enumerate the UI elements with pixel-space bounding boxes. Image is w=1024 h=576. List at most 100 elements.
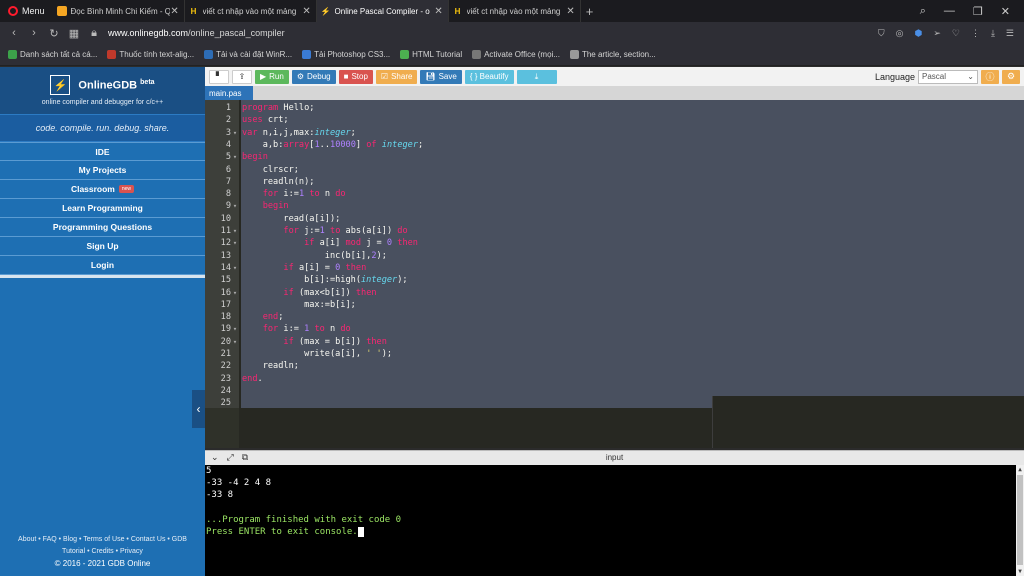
ad-block-icon[interactable]: ⛉ xyxy=(878,28,885,39)
code-editor[interactable]: 1 program Hello; 2 uses crt; 3 ▾ var n,i,j,m… xyxy=(205,100,1024,448)
code-line: 16 ▾ if (max<b[i]) then xyxy=(220,287,377,298)
gear-icon[interactable]: ⚙ xyxy=(1002,69,1020,84)
code-line: 22 readln; xyxy=(220,361,299,372)
run-button[interactable]: ▶ Run xyxy=(255,69,289,84)
sidebar-item-ide[interactable]: IDE xyxy=(0,142,205,161)
extensions-icon[interactable]: ⋮ xyxy=(971,28,980,39)
sidebar-item-learn-programming[interactable]: Learn Programming xyxy=(0,199,205,218)
code-line: 24 xyxy=(220,385,231,396)
code-line: 3 ▾ var n,i,j,max:integer; xyxy=(225,127,356,138)
code-line: 20 ▾ if (max = b[i]) then xyxy=(220,336,387,347)
close-tab-icon[interactable]: ✕ xyxy=(566,6,576,17)
browser-menu-button[interactable]: Menu xyxy=(0,0,53,22)
forward-icon[interactable]: › xyxy=(24,27,44,39)
close-tab-icon[interactable]: ✕ xyxy=(170,6,180,17)
scroll-up-icon[interactable]: ▲ xyxy=(1016,466,1024,473)
code-line: 12 ▾ if a[i] mod j = 0 then xyxy=(220,238,418,249)
scroll-down-icon[interactable]: ▼ xyxy=(1016,568,1024,575)
minimize-icon[interactable]: — xyxy=(944,5,955,18)
console-scrollbar[interactable]: ▲ ▼ xyxy=(1016,465,1024,576)
footer-links[interactable]: About • FAQ • Blog • Terms of Use • Cont… xyxy=(0,534,205,546)
save-button[interactable]: 💾︎ Save xyxy=(420,69,462,84)
new-badge: new xyxy=(118,185,135,193)
code-line: 11 ▾ for j:=1 to abs(a[i]) do xyxy=(220,226,408,236)
close-window-icon[interactable]: ✕ xyxy=(1001,5,1010,18)
new-file-button[interactable]: ▘ xyxy=(209,69,229,84)
code-line: 10 read(a[i]); xyxy=(220,213,341,224)
upload-button[interactable]: ⇪ xyxy=(232,69,252,84)
output-console[interactable]: 5 -33 -4 2 4 8 -33 8 ...Program finished… xyxy=(205,465,1024,576)
beautify-button[interactable]: { } Beautify xyxy=(464,69,514,84)
file-tab-main[interactable]: main.pas xyxy=(205,86,253,100)
bookmark-item[interactable]: Activate Office (mọi... xyxy=(472,50,560,59)
file-tabs: main.pas xyxy=(205,86,1024,100)
language-picker: Language Pascal ⌄ ⓘ ⚙ xyxy=(875,69,1024,84)
brand-header[interactable]: ⚡ OnlineGDB beta online compiler and deb… xyxy=(0,67,205,114)
bookmark-item[interactable]: Danh sách tất cả cá... xyxy=(8,50,97,59)
bookmark-favicon-icon xyxy=(400,50,410,59)
console-line: 5 xyxy=(206,466,212,476)
console-line: -33 -4 2 4 8 xyxy=(206,478,272,488)
console-line: -33 8 xyxy=(206,490,234,500)
camera-icon[interactable]: ◎ xyxy=(896,28,904,39)
stop-button[interactable]: ■ Stop xyxy=(338,69,373,84)
bookmark-item[interactable]: Tải và cài đặt WinR... xyxy=(204,50,292,59)
back-icon[interactable]: ‹ xyxy=(4,27,24,39)
hoidap-favicon-icon: H xyxy=(454,6,461,16)
download-icon[interactable]: ⤓ xyxy=(991,28,995,39)
bookmark-item[interactable]: Thuốc tính text-alig... xyxy=(107,50,194,59)
download-icon: ⤓ xyxy=(534,71,539,81)
code-line: 19 ▾ for i:= 1 to n do xyxy=(220,324,351,335)
copyright: © 2016 - 2021 GDB Online xyxy=(54,559,151,568)
code-line: 7 readln(n); xyxy=(225,176,315,187)
close-tab-icon[interactable]: ✕ xyxy=(434,6,444,17)
lightning-logo-icon: ⚡ xyxy=(50,75,71,95)
menu-label: Menu xyxy=(22,6,45,16)
download-button[interactable]: ⤓ xyxy=(516,69,557,84)
bookmark-item[interactable]: HTML Tutorial xyxy=(400,50,462,59)
stop-icon: ■ xyxy=(343,72,349,81)
reload-icon[interactable]: ↻ xyxy=(44,27,64,40)
code-line: 9 ▾ begin xyxy=(225,201,289,212)
sidebar-item-programming-questions[interactable]: Programming Questions xyxy=(0,218,205,237)
info-icon[interactable]: ⓘ xyxy=(981,69,999,84)
tiles-icon[interactable]: ▦ xyxy=(64,27,84,40)
debug-button[interactable]: ⚙ Debug xyxy=(291,69,336,84)
search-tabs-icon[interactable]: ⌕ xyxy=(920,5,926,18)
close-tab-icon[interactable]: ✕ xyxy=(302,6,312,17)
browser-tab[interactable]: H viết ct nhập vào một mảng ✕ xyxy=(185,0,317,22)
bookmark-item[interactable]: The article, section... xyxy=(569,50,656,59)
address-bar: ‹ › ↻ ▦ 🔒︎ www.onlinegdb.com/online_pasc… xyxy=(0,22,1024,44)
code-line: 14 ▾ if a[i] = 0 then xyxy=(220,262,367,273)
code-line: 18 end; xyxy=(220,312,284,323)
heart-icon[interactable]: ♡ xyxy=(952,28,960,39)
sidebar-item-login[interactable]: Login xyxy=(0,256,205,275)
share-button[interactable]: ☑ Share xyxy=(375,69,418,84)
easy-setup-icon[interactable]: ☰ xyxy=(1006,28,1014,39)
code-line: 17 max:=b[i]; xyxy=(220,299,356,310)
url-field[interactable]: www.onlinegdb.com/online_pascal_compiler xyxy=(108,28,285,38)
bookmarks-bar: Danh sách tất cả cá... Thuốc tính text-a… xyxy=(0,44,1024,66)
collapse-sidebar-chevron-icon[interactable]: ‹ xyxy=(192,390,205,428)
bookmark-favicon-icon xyxy=(107,50,117,59)
vpn-shield-icon[interactable]: ⬢ xyxy=(914,28,922,39)
restore-icon[interactable]: ❐ xyxy=(973,5,983,18)
new-tab-plus-icon[interactable]: + xyxy=(581,4,599,19)
send-icon[interactable]: ➢ xyxy=(933,28,941,39)
hoidap-favicon-icon: H xyxy=(190,6,197,16)
language-select[interactable]: Pascal ⌄ xyxy=(918,69,978,84)
save-icon: 💾︎ xyxy=(425,72,436,81)
scrollbar-thumb[interactable] xyxy=(1017,475,1023,565)
sidebar-item-sign-up[interactable]: Sign Up xyxy=(0,237,205,256)
code-line: 6 clrscr; xyxy=(225,164,299,175)
bookmark-item[interactable]: Tải Photoshop CS3... xyxy=(302,50,390,59)
browser-tab[interactable]: Đọc Bình Minh Chi Kiếm - Q ✕ xyxy=(53,0,185,22)
bookmark-favicon-icon xyxy=(8,50,17,59)
tagline: code. compile. run. debug. share. xyxy=(0,114,205,142)
browser-tab-active[interactable]: ⚡ Online Pascal Compiler - o ✕ xyxy=(316,0,449,22)
browser-tab[interactable]: H viết ct nhập vào một mảng ✕ xyxy=(449,0,581,22)
browser-tab-bar: Menu Đọc Bình Minh Chi Kiếm - Q ✕ H viết… xyxy=(0,0,1024,22)
sidebar-item-my-projects[interactable]: My Projects xyxy=(0,161,205,180)
footer-links-2[interactable]: Tutorial • Credits • Privacy xyxy=(0,546,205,558)
sidebar-item-classroom[interactable]: Classroom new xyxy=(0,180,205,199)
